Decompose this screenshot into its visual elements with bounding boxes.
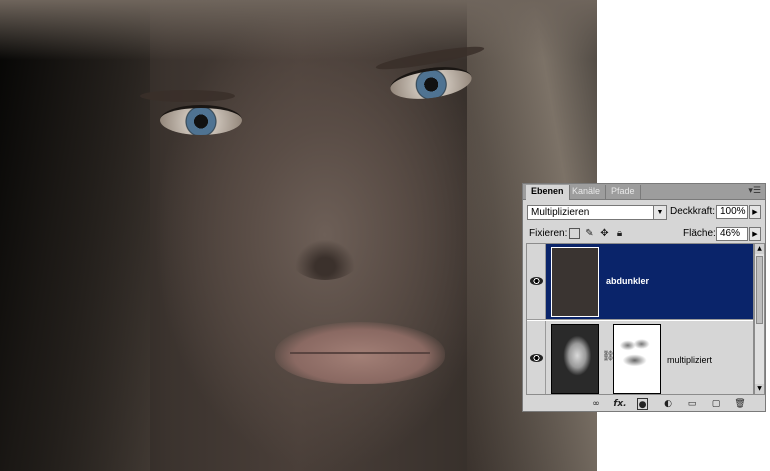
hair-top: [0, 0, 597, 60]
layer-name[interactable]: abdunkler: [606, 276, 649, 286]
adjustment-icon[interactable]: ◐: [661, 398, 675, 410]
layer-row-multipliziert[interactable]: ⛓ multipliziert: [527, 321, 753, 394]
panel-footer: ∞ fx. ● ◐ ▭ ▢ 🗑︎: [523, 396, 765, 412]
tab-kanaele[interactable]: Kanäle: [567, 185, 607, 200]
layer-mask-thumbnail[interactable]: [613, 324, 661, 394]
lock-label: Fixieren:: [529, 228, 568, 239]
left-eye: [160, 105, 242, 135]
fx-icon[interactable]: fx.: [613, 398, 627, 410]
opacity-label: Deckkraft:: [670, 206, 716, 217]
visibility-toggle[interactable]: [527, 244, 546, 319]
left-eyebrow: [140, 90, 235, 102]
lock-move-icon[interactable]: ✥: [599, 228, 610, 239]
lock-all-icon[interactable]: 🔒︎: [614, 228, 625, 239]
photo-canvas[interactable]: [0, 0, 597, 471]
layer-name[interactable]: multipliziert: [667, 355, 712, 365]
layers-panel: Ebenen Kanäle Pfade ▾☰ Multiplizieren ▼ …: [522, 183, 766, 412]
layer-row-abdunkler[interactable]: abdunkler: [527, 244, 753, 320]
scroll-thumb[interactable]: [756, 256, 763, 324]
new-layer-icon[interactable]: ▢: [709, 398, 723, 410]
eye-icon[interactable]: [530, 277, 543, 285]
layers-list: abdunkler ⛓ multipliziert: [526, 243, 754, 395]
visibility-toggle[interactable]: [527, 321, 546, 394]
scroll-up-icon[interactable]: ▲: [755, 244, 764, 254]
lips: [275, 322, 445, 384]
chevron-down-icon[interactable]: ▼: [653, 206, 666, 219]
scroll-down-icon[interactable]: ▼: [755, 384, 764, 394]
layer-thumbnail: [551, 247, 599, 317]
mask-icon[interactable]: ●: [637, 398, 648, 410]
fill-label: Fläche:: [683, 228, 716, 239]
tab-pfade[interactable]: Pfade: [606, 185, 641, 200]
opacity-input[interactable]: 100%: [716, 205, 748, 219]
blend-mode-select[interactable]: Multiplizieren ▼: [527, 205, 667, 220]
opacity-arrow-icon[interactable]: ▶: [749, 205, 761, 219]
right-eye: [388, 62, 474, 104]
blend-mode-value: Multiplizieren: [531, 207, 590, 218]
lock-brush-icon[interactable]: ✎: [584, 228, 595, 239]
layer-thumbnail: [551, 324, 599, 394]
lock-transparent-icon[interactable]: [569, 228, 580, 239]
panel-menu-icon[interactable]: ▾☰: [748, 186, 761, 196]
fill-arrow-icon[interactable]: ▶: [749, 227, 761, 241]
hair-left: [0, 0, 150, 471]
fill-input[interactable]: 46%: [716, 227, 748, 241]
link-icon[interactable]: ∞: [589, 398, 603, 410]
nose: [290, 235, 360, 280]
tab-ebenen[interactable]: Ebenen: [526, 185, 570, 200]
trash-icon[interactable]: 🗑︎: [733, 398, 747, 410]
folder-icon[interactable]: ▭: [685, 398, 699, 410]
layers-scrollbar[interactable]: ▲ ▼: [754, 243, 765, 395]
eye-icon[interactable]: [530, 354, 543, 362]
panel-tabbar: Ebenen Kanäle Pfade ▾☰: [523, 184, 765, 200]
